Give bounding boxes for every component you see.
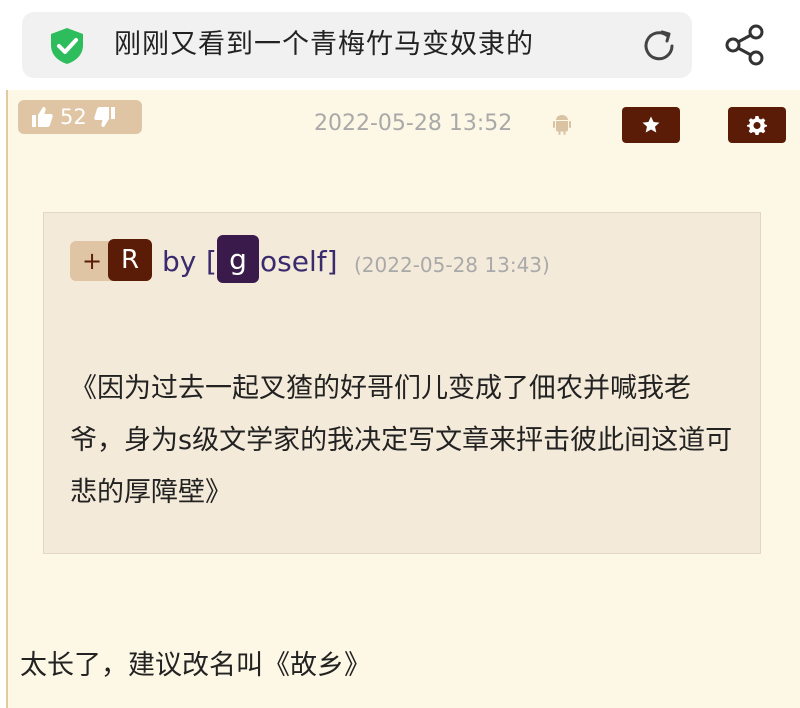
quote-timestamp: (2022-05-28 13:43) <box>354 253 550 277</box>
expand-plus[interactable]: + <box>82 247 102 275</box>
thumbs-down-icon[interactable] <box>93 105 117 129</box>
page-title: 刚刚又看到一个青梅竹马变奴隶的 <box>114 29 534 60</box>
thumbs-up-icon[interactable] <box>30 105 54 129</box>
post-card: 52 2022-05-28 13:52 + R by [ g oself] (2… <box>6 90 800 708</box>
quote-text: 《因为过去一起叉猹的好哥们儿变成了佃农并喊我老爷，身为s级文学家的我决定写文章来… <box>70 373 733 508</box>
star-icon <box>642 116 660 133</box>
browser-top-bar: 刚刚又看到一个青梅竹马变奴隶的 <box>0 0 800 90</box>
reply-text: 太长了，建议改名叫《故乡》 <box>20 650 371 681</box>
quote-block: + R by [ g oself] (2022-05-28 13:43) 《因为… <box>43 212 761 554</box>
address-bar[interactable]: 刚刚又看到一个青梅竹马变奴隶的 <box>22 12 692 78</box>
by-label: by <box>162 245 197 278</box>
user-avatar[interactable]: g <box>217 235 259 283</box>
settings-button[interactable] <box>728 107 786 143</box>
gear-icon <box>747 116 767 135</box>
post-timestamp: 2022-05-28 13:52 <box>314 111 513 136</box>
reload-icon[interactable] <box>640 27 678 65</box>
vote-count: 52 <box>60 105 87 129</box>
favorite-button[interactable] <box>622 107 680 143</box>
android-icon <box>553 115 571 135</box>
quote-header: + R by [ g oself] (2022-05-28 13:43) <box>70 235 750 285</box>
quoted-username[interactable]: oself] <box>260 245 338 279</box>
bracket-open: [ <box>206 245 217 278</box>
share-icon[interactable] <box>724 24 766 66</box>
avatar[interactable]: R <box>108 239 152 281</box>
shield-check-icon <box>51 28 83 64</box>
vote-pill[interactable]: 52 <box>18 100 142 134</box>
